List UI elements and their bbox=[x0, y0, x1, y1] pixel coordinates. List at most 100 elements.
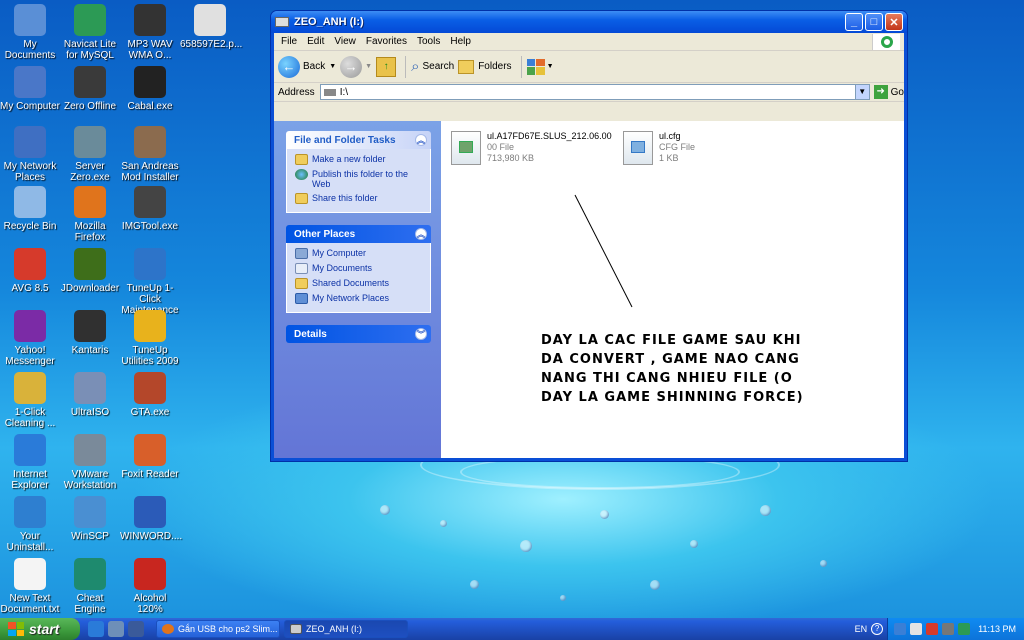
task-publish-to-web[interactable]: Publish this folder to the Web bbox=[295, 169, 424, 189]
folders-button[interactable]: Folders bbox=[458, 59, 512, 74]
folders-label: Folders bbox=[478, 61, 512, 72]
desktop-icon[interactable]: IMGTool.exe bbox=[120, 186, 180, 232]
desktop-icon[interactable]: Your Uninstall... bbox=[0, 496, 60, 553]
place-my-documents[interactable]: My Documents bbox=[295, 263, 424, 274]
desktop-icon[interactable]: Internet Explorer bbox=[0, 434, 60, 491]
menu-file[interactable]: File bbox=[278, 36, 304, 47]
desktop-icon-label: MP3 WAV WMA O... bbox=[127, 39, 173, 61]
tray-network-icon[interactable] bbox=[894, 623, 907, 635]
views-button[interactable]: ▼ bbox=[526, 58, 554, 75]
desktop-icon[interactable]: 658597E2.p... bbox=[180, 4, 243, 50]
desktop-icon[interactable]: Zero Offline bbox=[60, 66, 120, 112]
desktop-icon[interactable]: Server Zero.exe bbox=[60, 126, 120, 183]
menu-favorites[interactable]: Favorites bbox=[363, 36, 414, 47]
desktop-icon[interactable]: My Computer bbox=[0, 66, 60, 112]
help-icon[interactable]: ? bbox=[871, 623, 884, 635]
tray-app-icon[interactable] bbox=[958, 623, 971, 635]
title-bar[interactable]: ZEO_ANH (I:) _ □ ✕ bbox=[271, 11, 907, 33]
desktop-icon[interactable]: Kantaris bbox=[60, 310, 120, 356]
go-button[interactable]: ➜ Go bbox=[873, 85, 904, 99]
desktop-icon-label: San Andreas Mod Installer bbox=[121, 161, 179, 183]
back-button[interactable]: ← Back ▼ bbox=[278, 55, 336, 78]
desktop-icon[interactable]: 1-Click Cleaning ... bbox=[0, 372, 60, 429]
desktop-icon[interactable]: San Andreas Mod Installer bbox=[120, 126, 180, 183]
search-icon: ⌕ bbox=[411, 58, 420, 75]
desktop-icon[interactable]: Navicat Lite for MySQL bbox=[60, 4, 120, 61]
address-input[interactable]: I:\ ▼ bbox=[319, 84, 870, 100]
water-drop bbox=[470, 580, 479, 589]
file-folder-tasks-header[interactable]: File and Folder Tasks ︽ bbox=[286, 131, 431, 149]
forward-button[interactable]: → ▼ bbox=[340, 55, 372, 78]
audio-icon bbox=[134, 4, 166, 36]
task-share-folder[interactable]: Share this folder bbox=[295, 193, 424, 204]
expand-chevron-icon[interactable]: ︾ bbox=[415, 328, 427, 340]
tray-usb-icon[interactable] bbox=[942, 623, 955, 635]
desktop-icon[interactable]: Yahoo! Messenger bbox=[0, 310, 60, 367]
media-player-icon[interactable] bbox=[128, 621, 144, 637]
desktop-icon[interactable]: My Network Places bbox=[0, 126, 60, 183]
desktop-icon[interactable]: TuneUp Utilities 2009 bbox=[120, 310, 180, 367]
start-button[interactable]: start bbox=[0, 618, 80, 640]
desktop-icon[interactable]: TuneUp 1-Click Maintenance bbox=[120, 248, 180, 316]
tray-avg-icon[interactable] bbox=[926, 623, 939, 635]
new-folder-icon bbox=[295, 154, 308, 165]
place-shared-documents[interactable]: Shared Documents bbox=[295, 278, 424, 289]
desktop-icon[interactable]: AVG 8.5 bbox=[0, 248, 60, 294]
desktop-icon[interactable]: Alcohol 120% bbox=[120, 558, 180, 615]
desktop-icon[interactable]: WINWORD.... bbox=[120, 496, 182, 542]
details-header[interactable]: Details ︾ bbox=[286, 325, 431, 343]
internet-explorer-icon[interactable] bbox=[88, 621, 104, 637]
desktop-icon[interactable]: VMware Workstation bbox=[60, 434, 120, 491]
search-button[interactable]: ⌕ Search bbox=[411, 58, 454, 75]
menu-view[interactable]: View bbox=[331, 36, 363, 47]
taskbar-button-browser[interactable]: Gắn USB cho ps2 Slim... bbox=[156, 620, 280, 638]
desktop-icon[interactable]: WinSCP bbox=[60, 496, 120, 542]
desktop-icon[interactable]: Cabal.exe bbox=[120, 66, 180, 112]
minimize-button[interactable]: _ bbox=[845, 13, 863, 31]
desktop-icon[interactable]: Foxit Reader bbox=[120, 434, 180, 480]
desktop-icon-label: GTA.exe bbox=[130, 407, 170, 418]
zero-icon bbox=[74, 66, 106, 98]
desktop-icon[interactable]: Mozilla Firefox bbox=[60, 186, 120, 243]
up-button[interactable]: ↑ bbox=[376, 56, 397, 77]
menu-help[interactable]: Help bbox=[447, 36, 478, 47]
collapse-chevron-icon[interactable]: ︽ bbox=[415, 228, 427, 240]
collapse-chevron-icon[interactable]: ︽ bbox=[415, 134, 427, 146]
tray-volume-icon[interactable] bbox=[910, 623, 923, 635]
desktop-icon[interactable]: Cheat Engine bbox=[60, 558, 120, 615]
desktop-icon-label: Navicat Lite for MySQL bbox=[63, 39, 117, 61]
desktop-icon[interactable]: UltraISO bbox=[60, 372, 120, 418]
clock[interactable]: 11:13 PM bbox=[978, 624, 1016, 634]
desktop-icon-label: 658597E2.p... bbox=[180, 39, 243, 50]
task-make-new-folder[interactable]: Make a new folder bbox=[295, 154, 424, 165]
other-places-header[interactable]: Other Places ︽ bbox=[286, 225, 431, 243]
taskbar-button-explorer[interactable]: ZEO_ANH (I:) bbox=[284, 620, 408, 638]
tuneup-icon bbox=[134, 248, 166, 280]
desktop-icon[interactable]: My Documents bbox=[0, 4, 60, 61]
address-dropdown-icon[interactable]: ▼ bbox=[854, 85, 869, 99]
back-dropdown-icon[interactable]: ▼ bbox=[329, 63, 336, 70]
desktop-icon[interactable]: MP3 WAV WMA O... bbox=[120, 4, 180, 61]
imgtool-icon bbox=[134, 186, 166, 218]
start-label: start bbox=[29, 621, 60, 637]
close-button[interactable]: ✕ bbox=[885, 13, 903, 31]
place-my-network-places[interactable]: My Network Places bbox=[295, 293, 424, 304]
desktop-icon-label: My Computer bbox=[0, 101, 61, 112]
show-desktop-icon[interactable] bbox=[108, 621, 124, 637]
place-my-computer[interactable]: My Computer bbox=[295, 248, 424, 259]
desktop-icon[interactable]: JDownloader bbox=[60, 248, 120, 294]
file-list-area[interactable]: ul.A17FD67E.SLUS_212.06.00 00 File 713,9… bbox=[441, 121, 904, 458]
menu-edit[interactable]: Edit bbox=[304, 36, 331, 47]
document-icon bbox=[194, 4, 226, 36]
desktop-icon-label: Zero Offline bbox=[63, 101, 117, 112]
desktop-icon-label: JDownloader bbox=[60, 283, 120, 294]
desktop-icon[interactable]: GTA.exe bbox=[120, 372, 180, 418]
desktop-icon[interactable]: New Text Document.txt bbox=[0, 558, 60, 615]
maximize-button[interactable]: □ bbox=[865, 13, 883, 31]
desktop-icon-label: TuneUp Utilities 2009 bbox=[121, 345, 179, 367]
language-indicator[interactable]: EN bbox=[855, 624, 868, 634]
server-icon bbox=[74, 126, 106, 158]
place-label: My Computer bbox=[312, 248, 367, 258]
desktop-icon[interactable]: Recycle Bin bbox=[0, 186, 60, 232]
menu-tools[interactable]: Tools bbox=[414, 36, 447, 47]
